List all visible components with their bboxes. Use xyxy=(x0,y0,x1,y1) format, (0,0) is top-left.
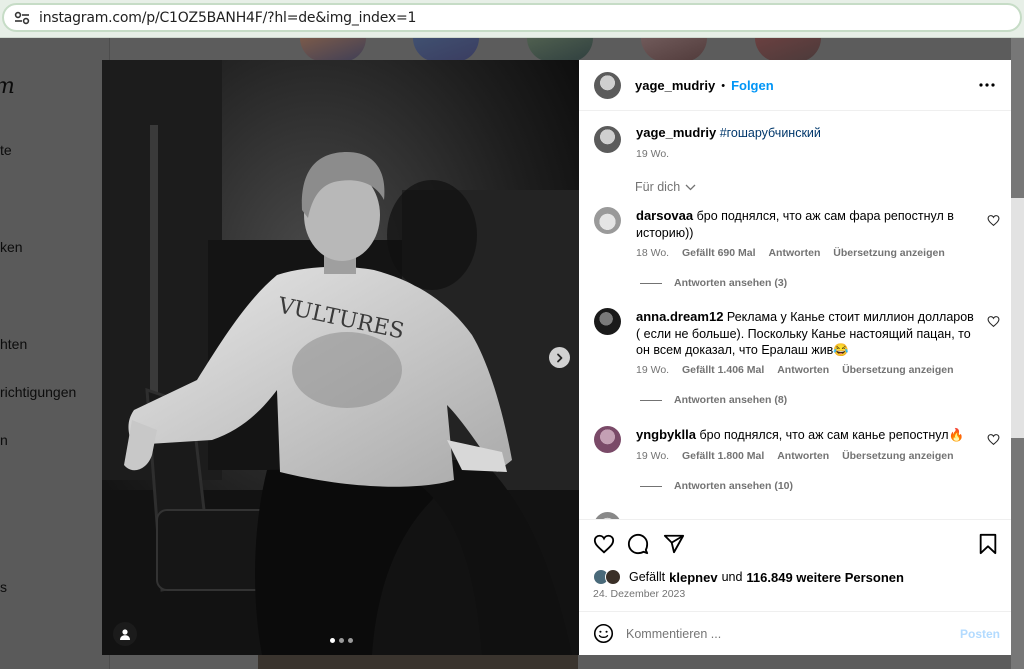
caption-hashtag[interactable]: #гошарубчинский xyxy=(720,126,821,140)
commenter-avatar[interactable] xyxy=(594,308,621,335)
background-sidebar: m te ken hten richtigungen n s xyxy=(0,38,110,669)
reply-button[interactable]: Antworten xyxy=(768,247,820,259)
story-avatar xyxy=(527,38,593,62)
post-image: VULTURES xyxy=(102,60,579,655)
comment-body: бро поднялся, что аж сам канье репостнул… xyxy=(699,428,965,442)
post-photo[interactable]: VULTURES xyxy=(102,60,579,655)
comment-age: 19 Wo. xyxy=(636,364,670,376)
reply-button[interactable]: Antworten xyxy=(777,450,829,462)
comment-text: darsovaa бро поднялся, что аж сам фара р… xyxy=(636,208,976,241)
next-image-button[interactable] xyxy=(549,347,570,368)
translate-button[interactable]: Übersetzung anzeigen xyxy=(842,364,953,376)
story-avatar xyxy=(755,38,821,62)
likes-conjunction: und xyxy=(721,570,743,584)
comment-likes[interactable]: Gefällt 1.800 Mal xyxy=(682,450,764,462)
comment-text: yngbyklla бро поднялся, что аж сам канье… xyxy=(636,427,976,444)
comment-age: 18 Wo. xyxy=(636,247,670,259)
sort-dropdown[interactable]: Für dich xyxy=(635,180,696,194)
comment-meta: 18 Wo. Gefällt 690 Mal Antworten Überset… xyxy=(636,247,955,259)
author-avatar[interactable] xyxy=(594,72,621,99)
translate-button[interactable]: Übersetzung anzeigen xyxy=(833,247,944,259)
caption: yage_mudriy #гошарубчинский xyxy=(636,125,976,142)
comment-like-heart-icon[interactable] xyxy=(987,315,1000,328)
liker-avatars xyxy=(593,569,627,585)
author-username[interactable]: yage_mudriy xyxy=(635,78,715,93)
post-panel: yage_mudriy • Folgen yage_mudriy #гошару… xyxy=(579,60,1011,655)
comment-text: anna.dream12 Реклама у Канье стоит милли… xyxy=(636,309,976,359)
sidebar-item: te xyxy=(0,142,12,158)
comment-meta: 19 Wo. Gefällt 1.406 Mal Antworten Übers… xyxy=(636,364,964,376)
heart-icon[interactable] xyxy=(593,533,615,555)
site-settings-icon[interactable] xyxy=(12,8,32,28)
instagram-logo: m xyxy=(0,74,15,99)
post-date: 24. Dezember 2023 xyxy=(593,588,686,600)
story-avatar xyxy=(300,38,366,62)
sidebar-item: richtigungen xyxy=(0,384,77,400)
chevron-right-icon xyxy=(557,353,563,362)
user-tag-icon xyxy=(120,629,130,640)
reply-button[interactable]: Antworten xyxy=(777,364,829,376)
carousel-dot xyxy=(348,638,353,643)
share-icon[interactable] xyxy=(663,533,685,555)
view-replies-button[interactable]: Antworten ansehen (3) xyxy=(640,277,787,289)
comment-username[interactable]: yngbyklla xyxy=(636,427,696,442)
view-replies-button[interactable]: Antworten ansehen (10) xyxy=(640,480,793,492)
commenter-avatar[interactable] xyxy=(594,207,621,234)
caption-username[interactable]: yage_mudriy xyxy=(636,125,716,140)
likes-prefix: Gefällt xyxy=(629,570,666,584)
carousel-dot xyxy=(330,638,335,643)
separator-dot: • xyxy=(721,79,726,92)
browser-toolbar: instagram.com/p/C1OZ5BANH4F/?hl=de&img_i… xyxy=(0,0,1024,38)
carousel-dot xyxy=(339,638,344,643)
post-comment-button[interactable]: Posten xyxy=(960,627,1000,641)
address-bar[interactable]: instagram.com/p/C1OZ5BANH4F/?hl=de&img_i… xyxy=(2,3,1022,32)
comments-list[interactable]: yage_mudriy #гошарубчинский 19 Wo. Für d… xyxy=(579,112,1011,520)
commenter-avatar[interactable] xyxy=(594,426,621,453)
comment-input[interactable] xyxy=(626,623,946,645)
url-text[interactable]: instagram.com/p/C1OZ5BANH4F/?hl=de&img_i… xyxy=(39,10,416,26)
background-post-peek xyxy=(258,655,578,669)
story-avatar xyxy=(641,38,707,62)
sidebar-item: ken xyxy=(0,239,23,255)
add-comment-bar: Posten xyxy=(579,611,1011,655)
comment-username[interactable]: darsovaa xyxy=(636,208,693,223)
background-right-edge xyxy=(1011,38,1024,669)
comment-likes[interactable]: Gefällt 690 Mal xyxy=(682,247,756,259)
comment-icon[interactable] xyxy=(627,533,649,555)
more-options-button[interactable] xyxy=(977,77,997,93)
replies-line xyxy=(640,399,662,401)
replies-line xyxy=(640,282,662,284)
view-replies-button[interactable]: Antworten ansehen (8) xyxy=(640,394,787,406)
sidebar-item: s xyxy=(0,579,7,595)
follow-button[interactable]: Folgen xyxy=(731,78,774,93)
more-horizontal-icon xyxy=(979,83,995,87)
comment-meta: 19 Wo. Gefällt 1.800 Mal Antworten Übers… xyxy=(636,450,964,462)
liker-username[interactable]: klepnev xyxy=(669,570,717,585)
story-avatar xyxy=(413,38,479,62)
post-actions: Gefällt klepnev und 116.849 weitere Pers… xyxy=(579,519,1011,611)
translate-button[interactable]: Übersetzung anzeigen xyxy=(842,450,953,462)
sidebar-item: hten xyxy=(0,336,28,352)
replies-line xyxy=(640,485,662,487)
likes-summary: Gefällt klepnev und 116.849 weitere Pers… xyxy=(593,569,904,585)
sidebar-item: n xyxy=(0,432,8,448)
emoji-icon[interactable] xyxy=(593,623,614,644)
post-header: yage_mudriy • Folgen xyxy=(579,60,1011,111)
author-avatar[interactable] xyxy=(594,126,621,153)
bookmark-icon[interactable] xyxy=(978,533,998,555)
caption-age: 19 Wo. xyxy=(636,148,670,160)
comment-like-heart-icon[interactable] xyxy=(987,214,1000,227)
comment-likes[interactable]: Gefällt 1.406 Mal xyxy=(682,364,764,376)
comment-like-heart-icon[interactable] xyxy=(987,433,1000,446)
comment-username[interactable]: anna.dream12 xyxy=(636,309,723,324)
likes-count[interactable]: 116.849 weitere Personen xyxy=(746,570,904,585)
chevron-down-icon xyxy=(685,184,696,190)
carousel-indicator xyxy=(330,638,353,643)
user-tag-button[interactable] xyxy=(113,622,137,646)
comment-age: 19 Wo. xyxy=(636,450,670,462)
